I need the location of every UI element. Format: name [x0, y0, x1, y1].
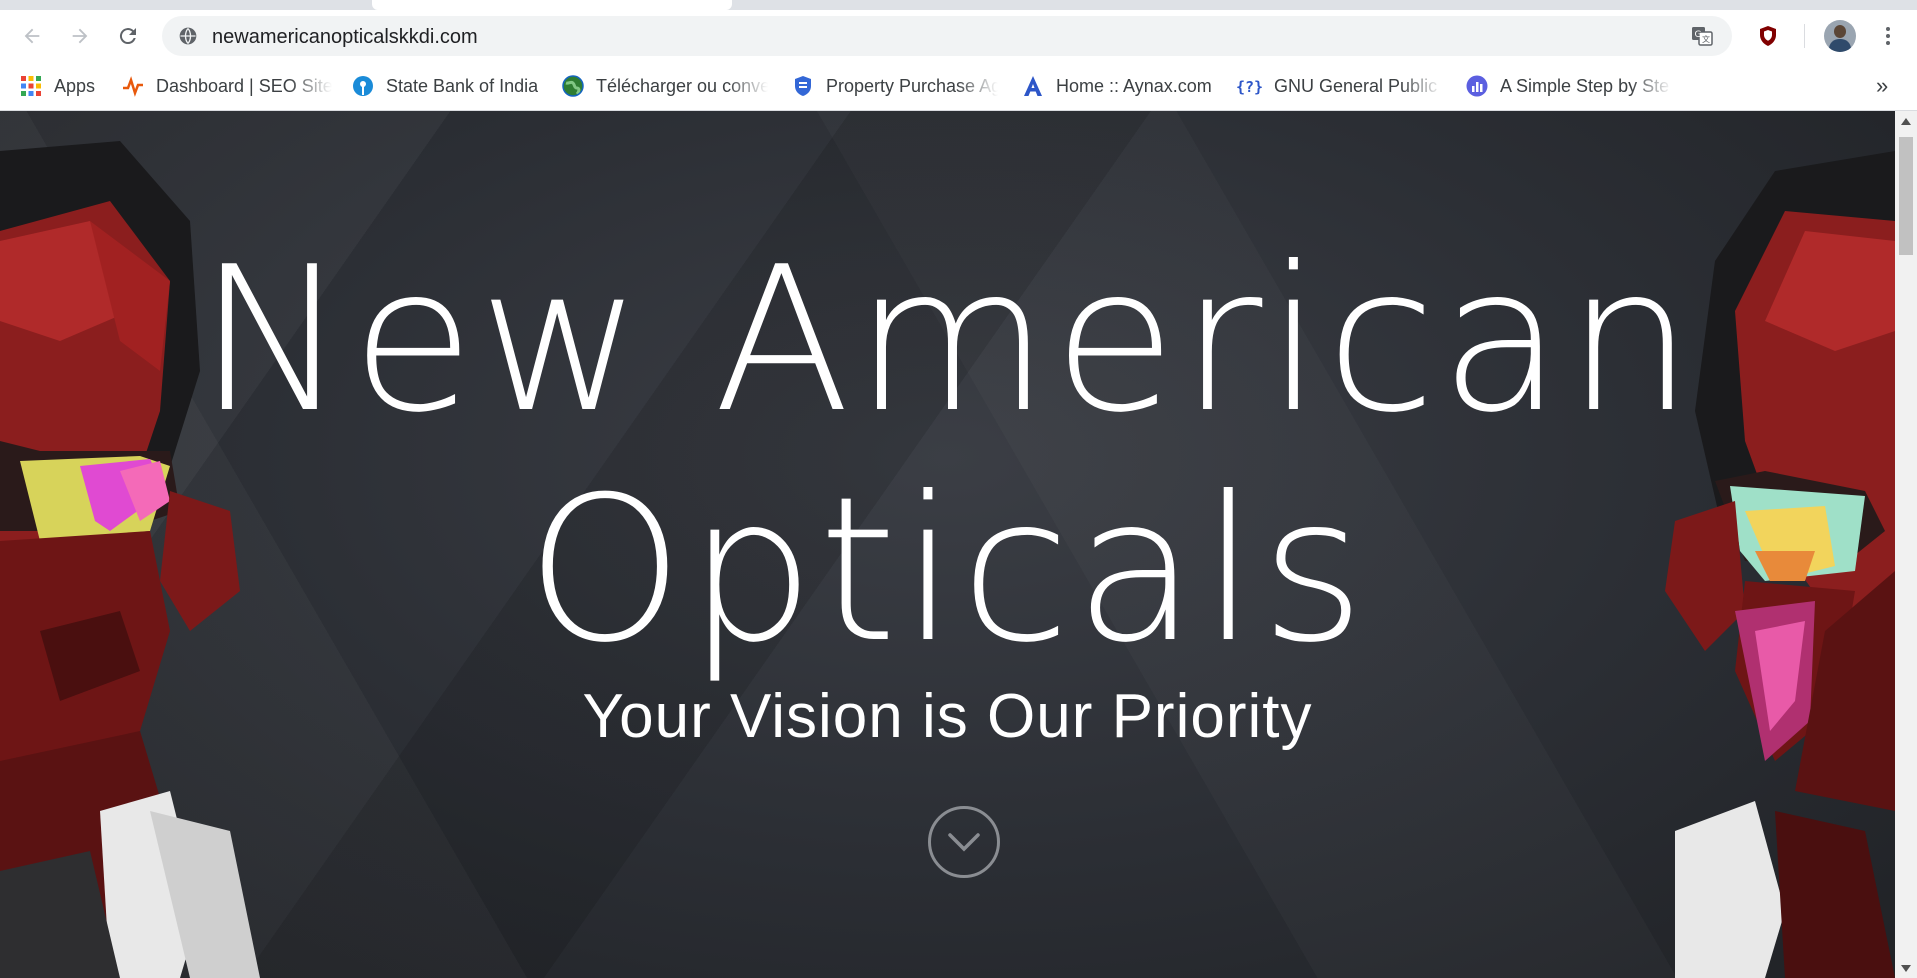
bookmark-simple-step[interactable]: A Simple Step by Ste — [1466, 72, 1672, 100]
bookmark-property-purchase[interactable]: Property Purchase Ag — [792, 72, 998, 100]
shield-doc-icon — [792, 75, 814, 97]
address-bar[interactable]: newamericanopticalskkdi.com G 文 — [162, 16, 1732, 56]
hero-section: New American Opticals Your Vision is Our… — [0, 111, 1895, 978]
ublock-shield-icon[interactable] — [1756, 24, 1780, 48]
chevron-down-icon — [948, 833, 980, 852]
forward-arrow-icon — [72, 28, 88, 44]
bookmark-seo-dashboard[interactable]: Dashboard | SEO Site — [122, 72, 332, 100]
bookmark-label: State Bank of India — [386, 75, 539, 96]
bookmark-label: Property Purchase Ag — [826, 75, 998, 96]
forward-button[interactable] — [64, 20, 96, 52]
scroll-down-button[interactable] — [928, 806, 1000, 878]
brackets-question-icon: {?} — [1236, 75, 1262, 97]
hero-title-line2: Opticals — [526, 454, 1369, 687]
hero-tagline: Your Vision is Our Priority — [582, 682, 1313, 751]
bookmark-sbi[interactable]: State Bank of India — [352, 72, 542, 100]
chart-bars-icon — [1466, 75, 1488, 97]
bookmarks-overflow-button[interactable]: » — [1876, 72, 1896, 100]
scroll-down-arrow-icon[interactable] — [1900, 963, 1912, 973]
browser-menu-icon[interactable] — [1876, 24, 1900, 48]
profile-avatar[interactable] — [1824, 20, 1856, 52]
bookmark-apps[interactable]: Apps — [20, 72, 108, 100]
page-scrollbar[interactable] — [1895, 111, 1917, 978]
bookmark-aynax[interactable]: Home :: Aynax.com — [1022, 72, 1218, 100]
browser-toolbar: newamericanopticalskkdi.com G 文 — [0, 10, 1917, 62]
reload-icon — [119, 28, 136, 45]
bookmark-label: GNU General Public L — [1274, 75, 1442, 96]
address-url-text[interactable]: newamericanopticalskkdi.com — [212, 26, 478, 49]
translate-icon[interactable]: G 文 — [1690, 24, 1714, 48]
scrollbar-thumb[interactable] — [1899, 137, 1913, 255]
seo-pulse-icon — [122, 75, 144, 97]
scroll-up-arrow-icon[interactable] — [1900, 117, 1912, 127]
svg-text:{?}: {?} — [1236, 78, 1262, 96]
reload-button[interactable] — [112, 20, 144, 52]
site-info-globe-icon[interactable] — [178, 26, 198, 46]
svg-text:文: 文 — [1702, 34, 1710, 44]
globe-icon — [562, 75, 584, 97]
svg-text:G: G — [1695, 30, 1702, 40]
bookmark-gnu-gpl[interactable]: {?} GNU General Public L — [1236, 72, 1442, 100]
bookmarks-bar: Apps Dashboard | SEO Site State Bank of … — [0, 62, 1917, 111]
browser-tab-strip — [0, 0, 1917, 10]
bookmark-telecharger[interactable]: Télécharger ou conve — [562, 72, 768, 100]
back-arrow-icon — [24, 28, 40, 44]
hero-title-line1: New American — [197, 224, 1698, 457]
sbi-icon — [352, 75, 374, 97]
bookmark-label: A Simple Step by Ste — [1500, 75, 1670, 96]
overflow-chevron-icon: » — [1876, 73, 1889, 98]
bookmark-label: Home :: Aynax.com — [1056, 75, 1212, 96]
aynax-a-icon — [1022, 75, 1044, 97]
apps-grid-icon — [20, 75, 42, 97]
back-button[interactable] — [16, 20, 48, 52]
bookmark-label: Dashboard | SEO Site — [156, 75, 332, 96]
bookmark-label: Télécharger ou conve — [596, 75, 768, 96]
browser-tab-active[interactable] — [372, 0, 732, 10]
bookmark-label: Apps — [54, 75, 96, 96]
toolbar-divider — [1804, 24, 1805, 48]
